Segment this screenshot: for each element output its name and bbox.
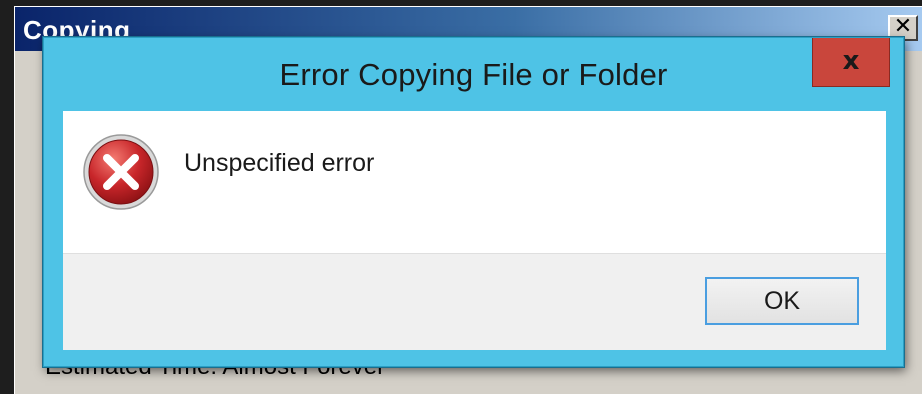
- dialog-button-bar: OK: [63, 253, 886, 350]
- dialog-close-button[interactable]: x: [812, 38, 890, 87]
- ok-button[interactable]: OK: [705, 277, 859, 325]
- error-dialog: Error Copying File or Folder x Unspecifi…: [43, 37, 904, 367]
- dialog-content-area: Unspecified error: [63, 111, 886, 253]
- dialog-title: Error Copying File or Folder: [279, 57, 668, 92]
- error-icon: [83, 134, 159, 210]
- error-message: Unspecified error: [184, 149, 375, 177]
